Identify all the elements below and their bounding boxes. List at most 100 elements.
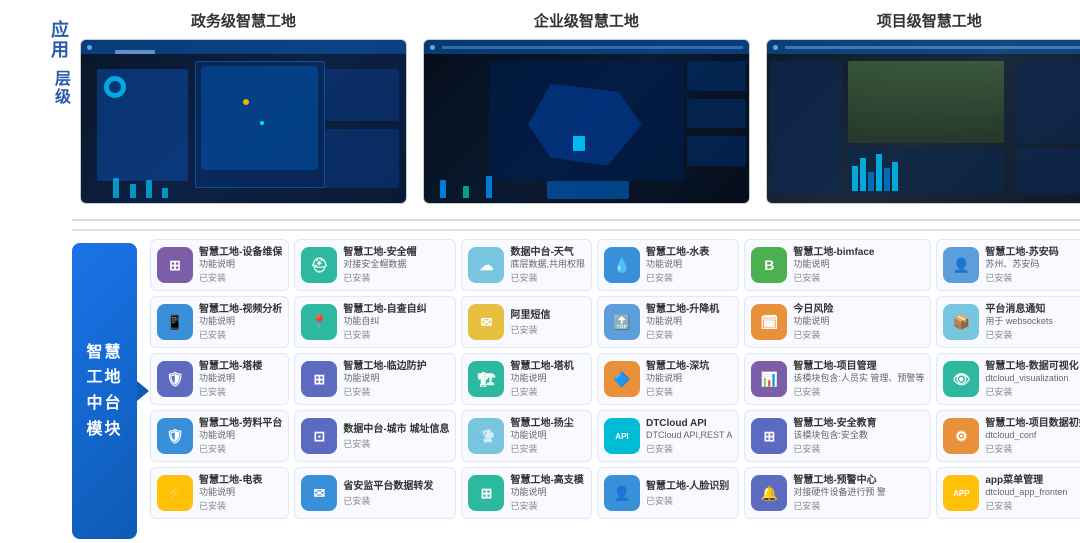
module-name-m5: 智慧工地-bimface: [793, 246, 924, 259]
module-info-m23: 智慧工地-安全教育 该模块包含:安全教 已安装: [793, 417, 924, 455]
module-icon-m15: 🏗: [468, 361, 504, 397]
module-status-m24: 已安装: [985, 442, 1080, 455]
module-card-m1[interactable]: ⊞ 智慧工地-设备维保 功能说明 已安装: [150, 239, 289, 291]
module-desc-m30: dtcloud_app_fronten: [985, 487, 1080, 498]
module-card-m15[interactable]: 🏗 智慧工地-塔机 功能说明 已安装: [461, 353, 592, 405]
module-icon-m11: 🗓: [751, 304, 787, 340]
module-desc-m19: 功能说明: [199, 430, 282, 441]
module-card-m21[interactable]: 💨 智慧工地-扬尘 功能说明 已安装: [461, 410, 592, 462]
module-name-m29: 智慧工地-预警中心: [793, 474, 924, 487]
module-status-m25: 已安装: [199, 499, 282, 512]
module-info-m27: 智慧工地-高支模 功能说明 已安装: [510, 474, 585, 512]
module-name-m8: 智慧工地-自查自纠: [343, 303, 449, 316]
module-info-m18: 智慧工地-数据可视化 dtcloud_visualization 已安装: [985, 360, 1080, 398]
module-name-m12: 平台消息通知: [985, 303, 1080, 316]
module-desc-m8: 功能自纠: [343, 316, 449, 327]
module-card-m6[interactable]: 👤 智慧工地-苏安码 苏州、苏安码 已安装: [936, 239, 1080, 291]
module-card-m16[interactable]: 🔷 智慧工地-深坑 功能说明 已安装: [597, 353, 739, 405]
module-icon-m5: B: [751, 247, 787, 283]
module-info-m21: 智慧工地-扬尘 功能说明 已安装: [510, 417, 585, 455]
module-card-m7[interactable]: 📱 智慧工地-视频分析 功能说明 已安装: [150, 296, 289, 348]
sidebar-layer-label: 层级: [0, 70, 72, 106]
module-card-m28[interactable]: 👤 智慧工地-人脸识别 已安装: [597, 467, 739, 519]
module-status-m6: 已安装: [985, 271, 1080, 284]
module-desc-m14: 功能说明: [343, 373, 449, 384]
module-card-m30[interactable]: APP app菜单管理 dtcloud_app_fronten 已安装: [936, 467, 1080, 519]
module-info-m2: 智慧工地-安全帽 对接安全帽数据 已安装: [343, 246, 449, 284]
module-info-m5: 智慧工地-bimface 功能说明 已安装: [793, 246, 924, 284]
module-card-m26[interactable]: ✉ 省安监平台数据转发 已安装: [294, 467, 456, 519]
module-card-m14[interactable]: ⊞ 智慧工地-临边防护 功能说明 已安装: [294, 353, 456, 405]
module-desc-m21: 功能说明: [510, 430, 585, 441]
module-name-m21: 智慧工地-扬尘: [510, 417, 585, 430]
module-icon-m20: ⊡: [301, 418, 337, 454]
module-info-m14: 智慧工地-临边防护 功能说明 已安装: [343, 360, 449, 398]
module-info-m7: 智慧工地-视频分析 功能说明 已安装: [199, 303, 282, 341]
enterprise-title: 企业级智慧工地: [534, 10, 639, 31]
module-card-m3[interactable]: ☁ 数据中台-天气 底层数据,共用权限 已安装: [461, 239, 592, 291]
modules-section: 智慧 工地 中台 模块 ⊞ 智慧工地-设备维保 功能说明 已安装 ⛑ 智慧工地-…: [72, 239, 1080, 543]
module-icon-m18: 👁: [943, 361, 979, 397]
module-desc-m23: 该模块包含:安全教: [793, 430, 924, 441]
module-name-m13: 智慧工地-塔楼: [199, 360, 282, 373]
module-status-m20: 已安装: [343, 437, 449, 450]
module-icon-m28: 👤: [604, 475, 640, 511]
top-section: 政务级智慧工地: [72, 0, 1080, 221]
module-card-m20[interactable]: ⊡ 数据中台-城市 城址信息 已安装: [294, 410, 456, 462]
module-info-m22: DTCloud API DTCloud API,REST A 已安装: [646, 417, 732, 455]
module-icon-m12: 📦: [943, 304, 979, 340]
enterprise-screenshot: [423, 39, 750, 204]
module-card-m19[interactable]: 🛡 智慧工地-劳料平台 功能说明 已安装: [150, 410, 289, 462]
module-card-m9[interactable]: ✉ 阿里短信 已安装: [461, 296, 592, 348]
module-card-m18[interactable]: 👁 智慧工地-数据可视化 dtcloud_visualization 已安装: [936, 353, 1080, 405]
module-icon-m10: 🔝: [604, 304, 640, 340]
module-name-m1: 智慧工地-设备维保: [199, 246, 282, 259]
module-name-m30: app菜单管理: [985, 474, 1080, 487]
module-name-m18: 智慧工地-数据可视化: [985, 360, 1080, 373]
module-desc-m6: 苏州、苏安码: [985, 259, 1080, 270]
module-info-m16: 智慧工地-深坑 功能说明 已安装: [646, 360, 732, 398]
module-status-m7: 已安装: [199, 328, 282, 341]
module-card-m29[interactable]: 🔔 智慧工地-预警中心 对接硬件设备进行预 警 已安装: [744, 467, 931, 519]
module-card-m17[interactable]: 📊 智慧工地-项目管理 该模块包含:人员实 管理、预警等 已安装: [744, 353, 931, 405]
module-status-m8: 已安装: [343, 328, 449, 341]
left-sidebar: 应用 层级: [0, 0, 72, 543]
module-icon-m3: ☁: [468, 247, 504, 283]
module-info-m28: 智慧工地-人脸识别 已安装: [646, 480, 732, 507]
module-status-m5: 已安装: [793, 271, 924, 284]
module-name-m11: 今日风险: [793, 303, 924, 316]
module-info-m30: app菜单管理 dtcloud_app_fronten 已安装: [985, 474, 1080, 512]
module-icon-m21: 💨: [468, 418, 504, 454]
module-desc-m16: 功能说明: [646, 373, 732, 384]
module-card-m5[interactable]: B 智慧工地-bimface 功能说明 已安装: [744, 239, 931, 291]
module-status-m30: 已安装: [985, 499, 1080, 512]
module-status-m27: 已安装: [510, 499, 585, 512]
module-icon-m1: ⊞: [157, 247, 193, 283]
module-info-m17: 智慧工地-项目管理 该模块包含:人员实 管理、预警等 已安装: [793, 360, 924, 398]
module-card-m25[interactable]: ⚡ 智慧工地-电表 功能说明 已安装: [150, 467, 289, 519]
module-card-m4[interactable]: 💧 智慧工地-水表 功能说明 已安装: [597, 239, 739, 291]
module-card-m13[interactable]: 🛡 智慧工地-塔楼 功能说明 已安装: [150, 353, 289, 405]
module-card-m24[interactable]: ⚙ 智慧工地-项目数据初始化 dtcloud_conf 已安装: [936, 410, 1080, 462]
module-status-m4: 已安装: [646, 271, 732, 284]
module-card-m8[interactable]: 📍 智慧工地-自查自纠 功能自纠 已安装: [294, 296, 456, 348]
module-info-m6: 智慧工地-苏安码 苏州、苏安码 已安装: [985, 246, 1080, 284]
module-card-m11[interactable]: 🗓 今日风险 功能说明 已安装: [744, 296, 931, 348]
module-card-m27[interactable]: ⊞ 智慧工地-高支模 功能说明 已安装: [461, 467, 592, 519]
module-card-m12[interactable]: 📦 平台消息通知 用于 websockets 已安装: [936, 296, 1080, 348]
module-status-m16: 已安装: [646, 385, 732, 398]
module-card-m22[interactable]: API DTCloud API DTCloud API,REST A 已安装: [597, 410, 739, 462]
module-name-m9: 阿里短信: [510, 309, 585, 322]
module-status-m13: 已安装: [199, 385, 282, 398]
module-name-m22: DTCloud API: [646, 417, 732, 430]
module-status-m11: 已安装: [793, 328, 924, 341]
module-card-m2[interactable]: ⛑ 智慧工地-安全帽 对接安全帽数据 已安装: [294, 239, 456, 291]
module-card-m23[interactable]: ⊞ 智慧工地-安全教育 该模块包含:安全教 已安装: [744, 410, 931, 462]
module-name-m2: 智慧工地-安全帽: [343, 246, 449, 259]
module-card-m10[interactable]: 🔝 智慧工地-升降机 功能说明 已安装: [597, 296, 739, 348]
module-desc-m27: 功能说明: [510, 487, 585, 498]
module-name-m10: 智慧工地-升降机: [646, 303, 732, 316]
module-name-m19: 智慧工地-劳料平台: [199, 417, 282, 430]
module-status-m19: 已安装: [199, 442, 282, 455]
module-desc-m25: 功能说明: [199, 487, 282, 498]
